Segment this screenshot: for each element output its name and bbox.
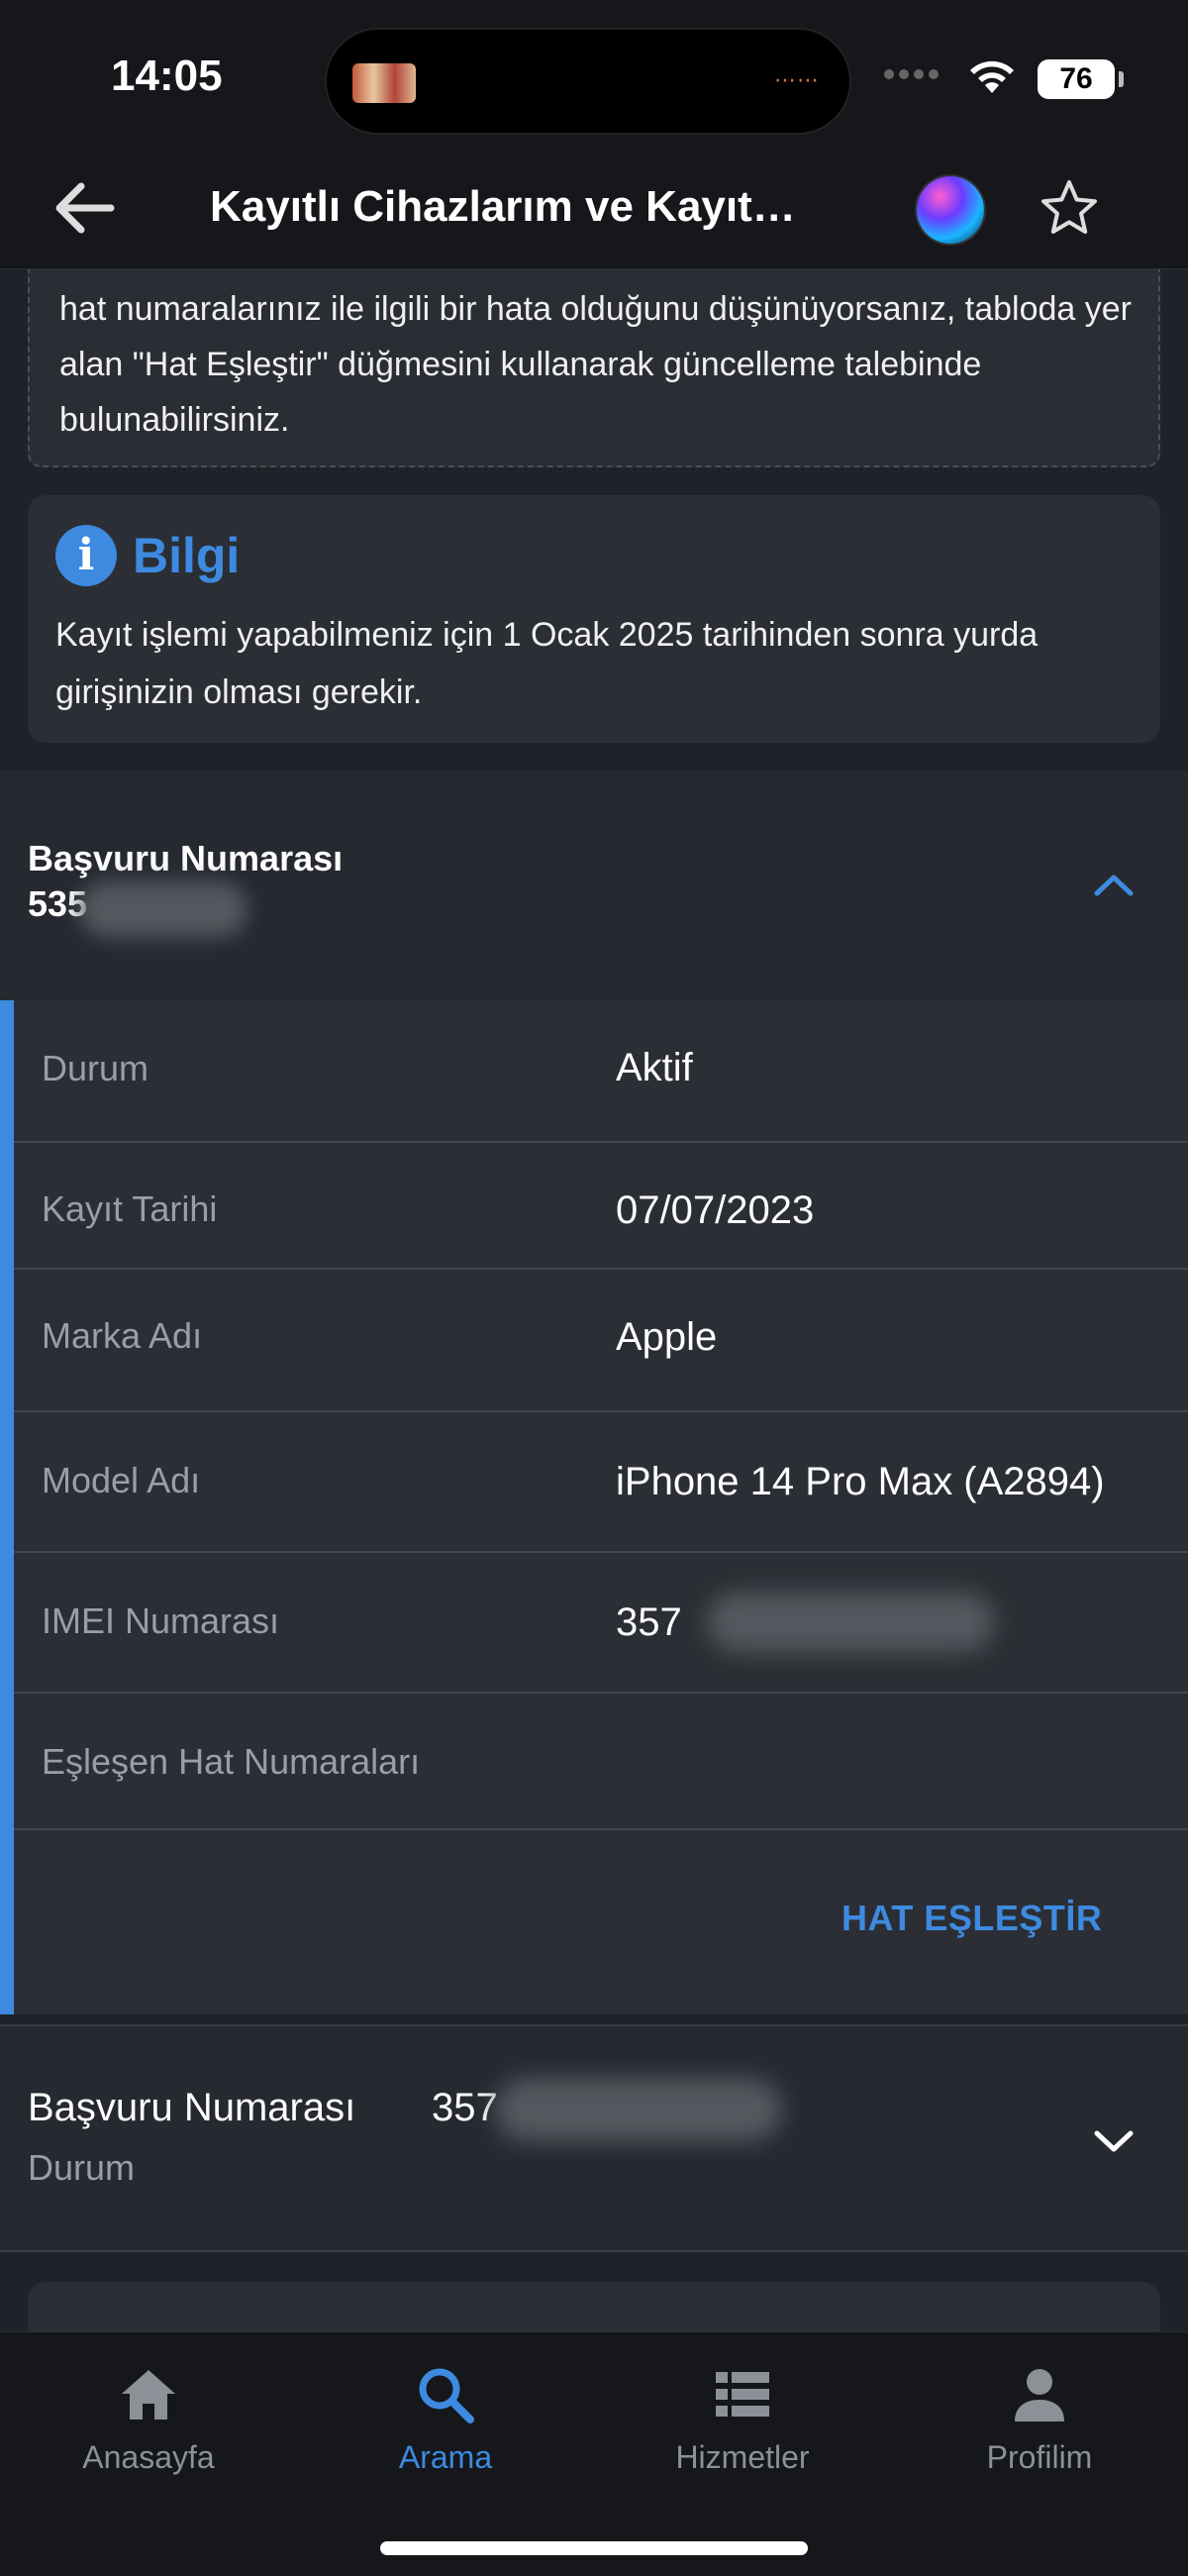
redacted-blur xyxy=(79,881,248,937)
battery-icon: 76 xyxy=(1038,59,1115,99)
chevron-up-icon[interactable] xyxy=(1091,870,1137,899)
detail-label: Model Adı xyxy=(42,1460,201,1500)
notice-text: hat numaralarınız ile ilgili bir hata ol… xyxy=(59,290,1132,439)
application-number-value: 357 xyxy=(432,2086,498,2129)
tab-services[interactable]: Hizmetler xyxy=(624,2362,861,2476)
detail-row-model: Model Adı iPhone 14 Pro Max (A2894) xyxy=(14,1412,1188,1553)
status-time: 14:05 xyxy=(111,52,223,100)
tab-profile[interactable]: Profilim xyxy=(921,2362,1158,2476)
redacted-blur xyxy=(495,2078,782,2141)
detail-label: Durum xyxy=(42,1048,149,1088)
audio-wave-icon: ⋯⋯ xyxy=(774,67,820,92)
detail-label: Marka Adı xyxy=(42,1315,203,1356)
application-status-label: Durum xyxy=(28,2147,136,2188)
detail-value: 357 xyxy=(616,1600,682,1644)
application-detail-table: Durum Aktif Kayıt Tarihi 07/07/2023 Mark… xyxy=(0,1000,1188,2014)
info-card: i Bilgi Kayıt işlemi yapabilmeniz için 1… xyxy=(28,495,1160,743)
detail-label: Kayıt Tarihi xyxy=(42,1188,218,1229)
notice-box: hat numaralarınız ile ilgili bir hata ol… xyxy=(28,269,1160,467)
tab-home[interactable]: Anasayfa xyxy=(30,2362,267,2476)
detail-row-registration-date: Kayıt Tarihi 07/07/2023 xyxy=(14,1143,1188,1270)
info-icon: i xyxy=(55,525,117,586)
detail-label: Eşleşen Hat Numaraları xyxy=(42,1741,421,1782)
info-card-partial xyxy=(28,2282,1160,2331)
info-title: Bilgi xyxy=(133,528,241,583)
application-number-label: Başvuru Numarası xyxy=(28,2086,356,2129)
detail-value: 07/07/2023 xyxy=(616,1188,815,1232)
nav-header: Kayıtlı Cihazlarım ve Kayıt… xyxy=(0,149,1188,269)
list-icon xyxy=(716,2372,769,2417)
application-number-label: Başvuru Numarası xyxy=(28,838,344,878)
application-header-2[interactable]: Başvuru Numarası 357 Durum xyxy=(0,2024,1188,2252)
detail-label: IMEI Numarası xyxy=(42,1600,280,1641)
application-number-value: 535 xyxy=(28,883,88,924)
detail-row-matched-lines: Eşleşen Hat Numaraları xyxy=(14,1694,1188,1830)
detail-row-imei: IMEI Numarası 357 xyxy=(14,1553,1188,1694)
redacted-blur xyxy=(707,1593,994,1652)
page-title: Kayıtlı Cihazlarım ve Kayıt… xyxy=(210,182,796,231)
back-arrow-icon[interactable] xyxy=(51,178,117,238)
tab-label: Anasayfa xyxy=(82,2439,215,2475)
detail-value: iPhone 14 Pro Max (A2894) xyxy=(616,1460,1105,1503)
detail-row-status: Durum Aktif xyxy=(14,1000,1188,1143)
wifi-icon xyxy=(970,60,1014,93)
now-playing-thumbnail xyxy=(352,63,416,103)
tab-search[interactable]: Arama xyxy=(327,2362,564,2476)
application-header-1[interactable]: Başvuru Numarası 535 xyxy=(0,771,1188,1000)
search-icon xyxy=(419,2368,474,2423)
dynamic-island[interactable]: ⋯⋯ xyxy=(325,28,851,135)
home-indicator[interactable] xyxy=(380,2541,808,2555)
detail-value: Apple xyxy=(616,1315,718,1359)
profile-icon xyxy=(1015,2369,1064,2421)
tab-label: Arama xyxy=(398,2439,493,2475)
bottom-tab-bar: Anasayfa Arama Hizmetler Profilim xyxy=(0,2331,1188,2576)
status-bar: 14:05 ⋯⋯ 76 xyxy=(0,0,1188,149)
detail-row-brand: Marka Adı Apple xyxy=(14,1270,1188,1412)
info-text: Kayıt işlemi yapabilmeniz için 1 Ocak 20… xyxy=(55,616,1039,711)
home-icon xyxy=(122,2370,175,2420)
detail-value: Aktif xyxy=(616,1046,693,1089)
siri-icon[interactable] xyxy=(917,176,984,244)
match-line-button[interactable]: HAT EŞLEŞTİR xyxy=(842,1898,1102,1939)
favorite-star-icon[interactable] xyxy=(1038,176,1101,240)
tab-label: Hizmetler xyxy=(675,2439,810,2475)
scroll-content[interactable]: hat numaralarınız ile ilgili bir hata ol… xyxy=(0,269,1188,2331)
tab-label: Profilim xyxy=(986,2439,1093,2475)
cellular-signal-icon xyxy=(884,69,939,79)
battery-cap xyxy=(1119,71,1124,87)
chevron-down-icon[interactable] xyxy=(1091,2125,1137,2155)
